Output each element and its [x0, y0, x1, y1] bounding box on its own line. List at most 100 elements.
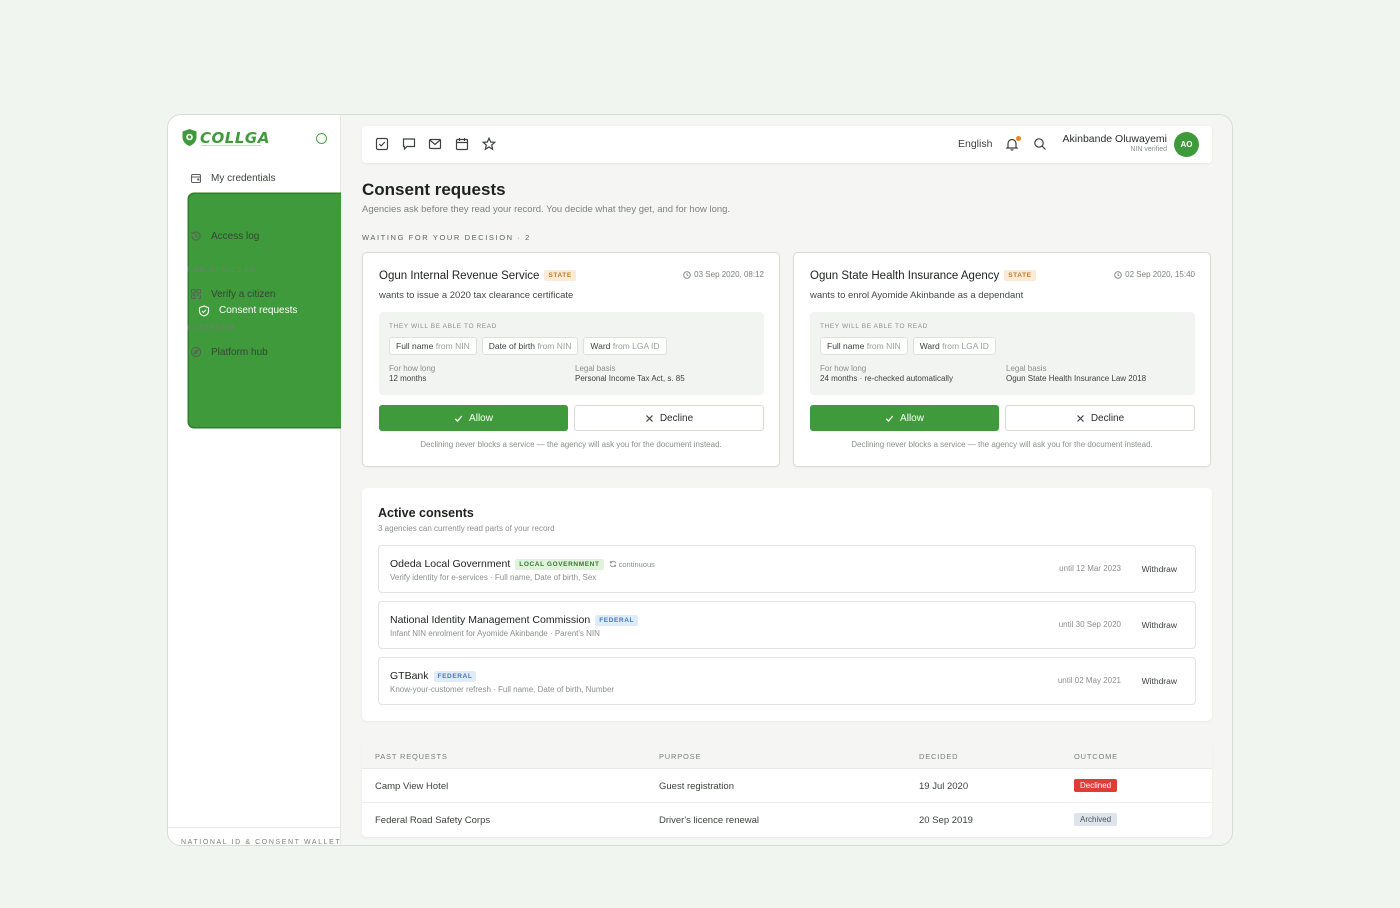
list-item: Odeda Local Government LOCAL GOVERNMENT c… — [378, 545, 1196, 593]
check-icon — [454, 415, 463, 422]
footer-text: NATIONAL ID & CONSENT WALLET — [181, 839, 342, 846]
jurisdiction-tag: FEDERAL — [595, 614, 639, 626]
continuous-text: continuous — [618, 560, 655, 569]
basis-value: Ogun State Health Insurance Law 2018 — [1006, 374, 1147, 383]
section-subtitle: 3 agencies can currently read parts of y… — [378, 524, 555, 533]
clock-icon — [683, 270, 691, 279]
calendar-icon[interactable] — [455, 137, 469, 151]
mail-icon[interactable] — [428, 137, 442, 151]
sidebar-item-platform-hub[interactable]: Platform hub — [181, 339, 327, 365]
allow-button[interactable]: Allow — [379, 405, 568, 431]
waiting-label: WAITING FOR YOUR DECISION · 2 — [362, 233, 531, 242]
field-chips: Full name from NIN Ward from LGA ID — [820, 337, 996, 355]
search-icon[interactable] — [1033, 137, 1047, 151]
allow-label: Allow — [900, 412, 924, 424]
chat-icon[interactable] — [402, 137, 416, 151]
sidebar-item-verify-citizen[interactable]: Verify a citizen — [181, 281, 327, 307]
sidebar-item-access-log[interactable]: Access log — [181, 223, 327, 249]
cell-decided: 20 Sep 2019 — [919, 815, 973, 826]
main-content: English Akinbande Oluwayemi NIN verified… — [341, 115, 1232, 845]
decline-label: Decline — [659, 412, 694, 424]
past-requests-table: PAST REQUESTS PURPOSE DECIDED OUTCOME Ca… — [362, 742, 1212, 837]
request-time: 03 Sep 2020, 08:12 — [683, 270, 764, 279]
sidebar-footer: NATIONAL ID & CONSENT WALLET — [168, 827, 340, 845]
close-icon — [1076, 414, 1084, 422]
scope-label: THEY WILL BE ABLE TO READ — [389, 323, 497, 330]
cell-decided: 19 Jul 2020 — [919, 781, 969, 792]
list-item: National Identity Management Commission F… — [378, 601, 1196, 649]
decline-button[interactable]: Decline — [1005, 405, 1195, 431]
allow-label: Allow — [469, 412, 493, 424]
app-window: COLLGA My credentials Consent requests 2… — [167, 114, 1233, 846]
notification-dot — [1016, 136, 1021, 141]
field-name: Full name — [396, 341, 434, 351]
section-title: Active consents — [378, 506, 474, 520]
scope-label: THEY WILL BE ABLE TO READ — [820, 323, 928, 330]
consent-description: Infant NIN enrolment for Ayomide Akinban… — [390, 629, 600, 638]
duration-label: For how long — [389, 364, 436, 373]
section-label-officers: FOR OFFICERS — [187, 267, 256, 274]
withdraw-button[interactable]: Withdraw — [1142, 564, 1177, 574]
active-consents-panel: Active consents 3 agencies can currently… — [362, 488, 1212, 721]
status-badge: Declined — [1074, 779, 1118, 792]
table-row[interactable]: Camp View Hotel Guest registration 19 Ju… — [362, 769, 1212, 803]
language-selector[interactable]: English — [958, 138, 992, 150]
consent-agency-text: Odeda Local Government — [390, 558, 511, 570]
table-row[interactable]: Federal Road Safety Corps Driver's licen… — [362, 803, 1212, 837]
field-chip: Full name from NIN — [389, 337, 477, 355]
field-name: Ward — [919, 341, 940, 351]
field-chip: Ward from LGA ID — [912, 337, 996, 355]
user-name: Akinbande Oluwayemi — [1062, 133, 1167, 145]
consent-agency: National Identity Management Commission F… — [390, 614, 639, 626]
duration-label: For how long — [820, 364, 867, 373]
withdraw-button[interactable]: Withdraw — [1142, 620, 1177, 630]
scope-panel: THEY WILL BE ABLE TO READ Full name from… — [810, 312, 1195, 395]
column-header: PURPOSE — [659, 752, 702, 761]
request-time-text: 03 Sep 2020, 08:12 — [694, 270, 764, 279]
field-name: Ward — [590, 341, 611, 351]
jurisdiction-tag: STATE — [1004, 270, 1036, 282]
jurisdiction-tag: STATE — [544, 270, 576, 282]
star-icon[interactable] — [482, 137, 496, 151]
qr-icon — [191, 289, 201, 299]
section-label-platform: PLATFORM — [187, 325, 236, 332]
agency-name-text: Ogun State Health Insurance Agency — [810, 270, 1000, 282]
field-source: from NIN — [537, 341, 572, 351]
list-item: GTBank FEDERAL Know-your-customer refresh… — [378, 657, 1196, 705]
close-icon — [645, 414, 653, 422]
field-source: from LGA ID — [612, 341, 660, 351]
cell-purpose: Guest registration — [659, 781, 734, 792]
column-header: OUTCOME — [1074, 752, 1118, 761]
field-chip: Ward from LGA ID — [583, 337, 667, 355]
field-source: from NIN — [435, 341, 470, 351]
decline-button[interactable]: Decline — [574, 405, 764, 431]
field-name: Date of birth — [488, 341, 536, 351]
consent-agency-text: National Identity Management Commission — [390, 614, 591, 626]
column-header: PAST REQUESTS — [375, 752, 448, 761]
allow-button[interactable]: Allow — [810, 405, 999, 431]
wallet-icon — [190, 173, 202, 184]
consent-request-card: Ogun State Health Insurance Agency STATE … — [793, 252, 1211, 467]
page-title: Consent requests — [362, 180, 506, 199]
page-subtitle: Agencies ask before they read your recor… — [362, 204, 731, 215]
user-status: NIN verified — [1130, 146, 1167, 153]
field-chip: Full name from NIN — [820, 337, 908, 355]
scope-panel: THEY WILL BE ABLE TO READ Full name from… — [379, 312, 764, 395]
shield-logo-icon — [182, 129, 197, 146]
sidebar-item-my-credentials[interactable]: My credentials — [181, 165, 327, 191]
logo-tagline-line — [201, 145, 261, 146]
field-source: from NIN — [866, 341, 901, 351]
compass-icon — [190, 346, 202, 358]
checkbox-icon[interactable] — [375, 137, 389, 151]
consent-agency: Odeda Local Government LOCAL GOVERNMENT c… — [390, 558, 655, 570]
status-indicator-icon — [316, 133, 327, 144]
decline-note: Declining never blocks a service — the a… — [420, 440, 722, 449]
withdraw-button[interactable]: Withdraw — [1142, 676, 1177, 686]
avatar[interactable]: AO — [1174, 132, 1199, 157]
status-badge: Archived — [1074, 813, 1118, 826]
consent-expiry: until 30 Sep 2020 — [1058, 620, 1121, 629]
agency-name: Ogun Internal Revenue Service STATE — [379, 270, 576, 282]
basis-label: Legal basis — [575, 364, 616, 373]
agency-name-text: Ogun Internal Revenue Service — [379, 270, 540, 282]
consent-agency-text: GTBank — [390, 670, 429, 682]
